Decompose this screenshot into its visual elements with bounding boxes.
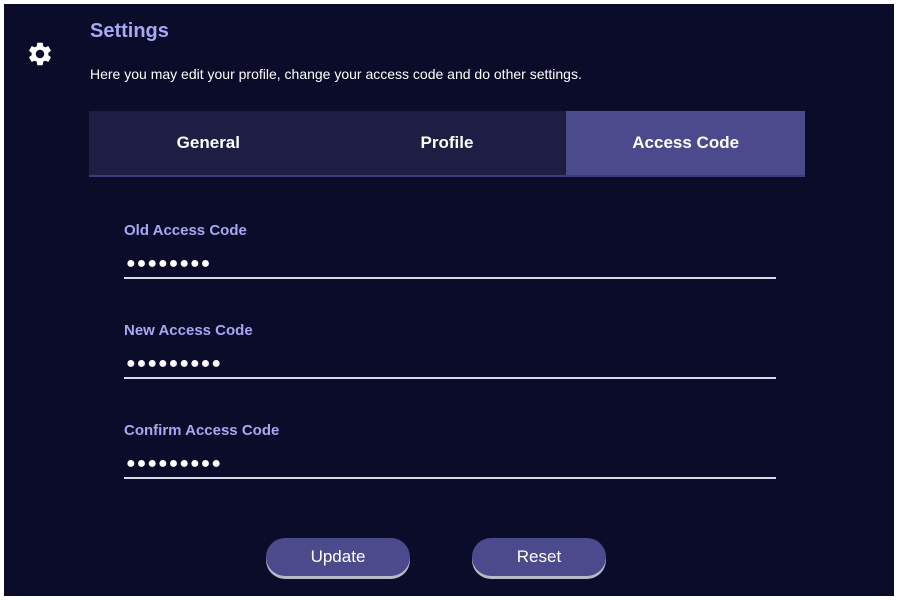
new-access-code-input[interactable]: ●●●●●●●●● <box>124 351 776 379</box>
old-access-code-label: Old Access Code <box>124 222 247 239</box>
settings-panel: Settings Here you may edit your profile,… <box>4 4 894 596</box>
old-access-code-input[interactable]: ●●●●●●●● <box>124 251 776 279</box>
tab-access-code[interactable]: Access Code <box>566 111 806 175</box>
new-access-code-label: New Access Code <box>124 322 253 339</box>
confirm-access-code-input[interactable]: ●●●●●●●●● <box>124 451 776 479</box>
settings-tabs: General Profile Access Code <box>89 111 806 177</box>
tab-general[interactable]: General <box>89 111 328 175</box>
page-description: Here you may edit your profile, change y… <box>90 66 582 82</box>
update-button[interactable]: Update <box>266 538 410 576</box>
reset-button[interactable]: Reset <box>472 538 606 576</box>
confirm-access-code-label: Confirm Access Code <box>124 422 280 439</box>
new-access-code-group: New Access Code ●●●●●●●●● <box>124 322 776 379</box>
gear-icon <box>29 42 51 66</box>
confirm-access-code-group: Confirm Access Code ●●●●●●●●● <box>124 422 776 479</box>
old-access-code-group: Old Access Code ●●●●●●●● <box>124 222 776 279</box>
tab-profile[interactable]: Profile <box>328 111 567 175</box>
page-title: Settings <box>90 20 169 42</box>
